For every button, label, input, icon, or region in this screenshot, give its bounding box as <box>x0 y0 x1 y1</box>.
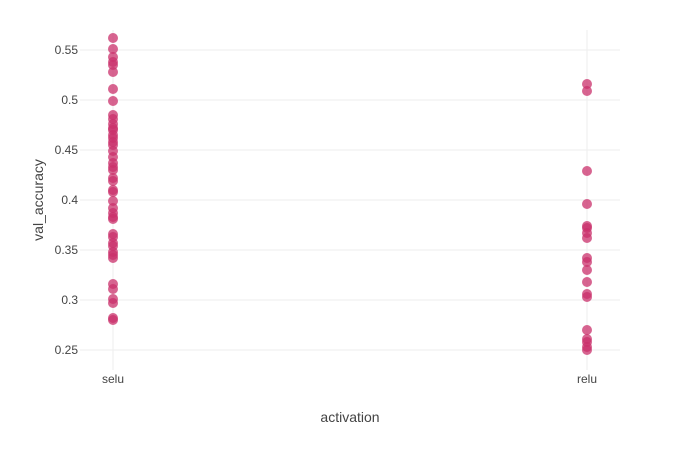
scatter-point[interactable] <box>582 277 592 287</box>
y-tick-label: 0.35 <box>55 243 79 257</box>
scatter-point[interactable] <box>582 345 592 355</box>
scatter-point[interactable] <box>108 315 118 325</box>
y-tick-label: 0.3 <box>61 293 78 307</box>
scatter-chart: 0.25 0.3 0.35 0.4 0.45 0.5 0.55 selu relu activ… <box>0 0 700 450</box>
scatter-point[interactable] <box>582 325 592 335</box>
y-tick-label: 0.45 <box>55 143 79 157</box>
scatter-point[interactable] <box>108 214 118 224</box>
scatter-point[interactable] <box>108 96 118 106</box>
scatter-point[interactable] <box>582 199 592 209</box>
scatter-point[interactable] <box>108 176 118 186</box>
scatter-point[interactable] <box>582 292 592 302</box>
scatter-point[interactable] <box>582 166 592 176</box>
scatter-point[interactable] <box>108 67 118 77</box>
y-tick-label: 0.25 <box>55 343 79 357</box>
scatter-point[interactable] <box>108 84 118 94</box>
x-tick-label: relu <box>577 372 597 386</box>
x-tick-label: selu <box>102 372 124 386</box>
scatter-point[interactable] <box>108 187 118 197</box>
y-tick-label: 0.5 <box>61 93 78 107</box>
x-axis-title: activation <box>320 409 379 425</box>
y-tick-label: 0.4 <box>61 193 78 207</box>
scatter-point[interactable] <box>108 284 118 294</box>
chart-container: 0.25 0.3 0.35 0.4 0.45 0.5 0.55 selu relu activ… <box>0 0 700 450</box>
scatter-point[interactable] <box>108 33 118 43</box>
scatter-point[interactable] <box>108 253 118 263</box>
scatter-point[interactable] <box>582 265 592 275</box>
scatter-point[interactable] <box>582 233 592 243</box>
y-axis-title: val_accuracy <box>30 159 46 241</box>
y-tick-label: 0.55 <box>55 43 79 57</box>
scatter-point[interactable] <box>108 298 118 308</box>
scatter-point[interactable] <box>582 86 592 96</box>
